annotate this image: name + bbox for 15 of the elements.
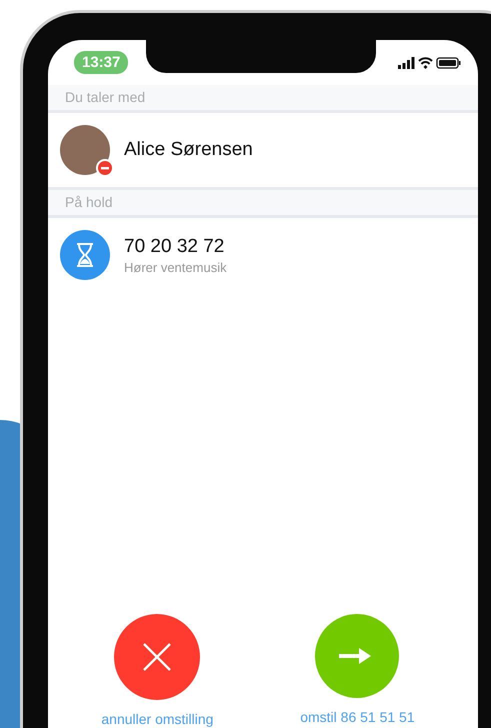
close-icon [114, 614, 200, 700]
arrow-right-icon [315, 614, 400, 698]
transfer-button[interactable]: omstil 86 51 51 51 [300, 614, 415, 727]
contact-name: 70 20 32 72 [124, 236, 226, 258]
signal-icon [398, 56, 414, 68]
status-time: 13:37 [74, 51, 128, 74]
section-header: Du taler med [48, 85, 478, 113]
hourglass-icon [60, 230, 110, 280]
contact-status: Hører ventemusik [124, 260, 227, 274]
battery-icon [436, 56, 460, 68]
section-header: På hold [48, 187, 478, 218]
avatar-photo-placeholder [60, 125, 110, 175]
wifi-icon [418, 56, 433, 68]
contact-name: Alice Sørensen [124, 139, 253, 161]
cancel-transfer-button[interactable]: annuller omstilling [101, 614, 214, 727]
